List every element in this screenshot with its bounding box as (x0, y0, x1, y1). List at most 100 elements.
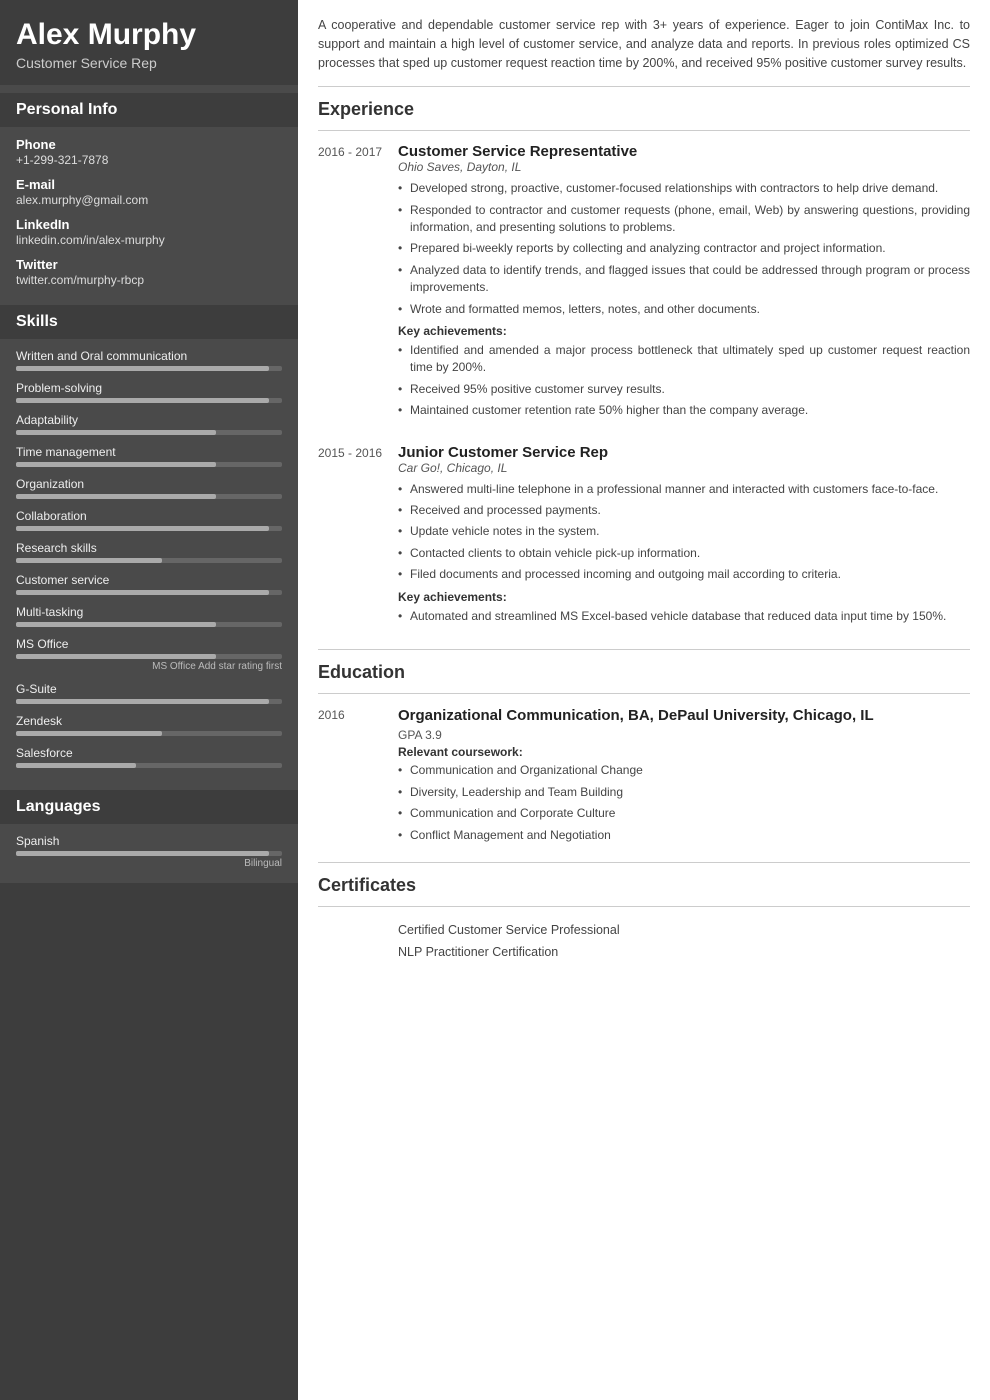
certs-heading: Certificates (318, 875, 970, 896)
twitter-label: Twitter (16, 257, 282, 272)
languages-section: Languages Spanish Bilingual (0, 782, 298, 883)
exp-bullet-item: Filed documents and processed incoming a… (398, 566, 970, 583)
skill-label: Written and Oral communication (16, 349, 282, 363)
certs-divider (318, 862, 970, 863)
personal-info-section: Personal Info Phone +1-299-321-7878 E-ma… (0, 85, 298, 297)
skill-bar (16, 654, 282, 659)
summary-divider (318, 86, 970, 87)
exp-bullet-item: Responded to contractor and customer req… (398, 202, 970, 237)
language-label: Spanish (16, 834, 282, 848)
skill-label: Zendesk (16, 714, 282, 728)
education-list: 2016Organizational Communication, BA, De… (318, 706, 970, 848)
skill-bar (16, 699, 282, 704)
skill-label: Research skills (16, 541, 282, 555)
course-item: Communication and Corporate Culture (398, 805, 970, 822)
linkedin-label: LinkedIn (16, 217, 282, 232)
edu-degree: Organizational Communication, BA, DePaul… (398, 706, 970, 726)
skill-bar-fill (16, 558, 162, 563)
skill-bar-fill (16, 622, 216, 627)
achievements-bullets: Automated and streamlined MS Excel-based… (398, 608, 970, 625)
skills-heading: Skills (0, 305, 298, 339)
exp-content: Customer Service RepresentativeOhio Save… (398, 143, 970, 423)
skill-label: Time management (16, 445, 282, 459)
exp-bullet-item: Received and processed payments. (398, 502, 970, 519)
course-item: Communication and Organizational Change (398, 762, 970, 779)
phone-value: +1-299-321-7878 (16, 153, 282, 167)
achievement-item: Identified and amended a major process b… (398, 342, 970, 377)
skill-bar (16, 622, 282, 627)
exp-bullet-item: Answered multi-line telephone in a profe… (398, 481, 970, 498)
exp-company: Car Go!, Chicago, IL (398, 461, 970, 475)
languages-heading: Languages (0, 790, 298, 824)
skill-bar-fill (16, 699, 269, 704)
experience-block: 2016 - 2017Customer Service Representati… (318, 143, 970, 423)
twitter-value: twitter.com/murphy-rbcp (16, 273, 282, 287)
skill-bar (16, 366, 282, 371)
skill-bar (16, 763, 282, 768)
skill-bar (16, 494, 282, 499)
edu-date: 2016 (318, 706, 398, 848)
skill-label: MS Office (16, 637, 282, 651)
skill-label: Customer service (16, 573, 282, 587)
skill-bar (16, 526, 282, 531)
language-bar-fill (16, 851, 269, 856)
skill-bar-fill (16, 494, 216, 499)
skill-label: Collaboration (16, 509, 282, 523)
candidate-title: Customer Service Rep (16, 55, 282, 71)
skill-label: Problem-solving (16, 381, 282, 395)
language-level: Bilingual (16, 858, 282, 869)
coursework-list: Communication and Organizational Change D… (398, 762, 970, 844)
phone-label: Phone (16, 137, 282, 152)
skill-bar (16, 590, 282, 595)
key-achievements-label: Key achievements: (398, 590, 970, 604)
exp-job-title: Customer Service Representative (398, 143, 970, 160)
skill-bar-fill (16, 763, 136, 768)
skill-bar-fill (16, 590, 269, 595)
email-label: E-mail (16, 177, 282, 192)
skill-label: Adaptability (16, 413, 282, 427)
exp-bullet-item: Wrote and formatted memos, letters, note… (398, 301, 970, 318)
exp-bullet-item: Developed strong, proactive, customer-fo… (398, 180, 970, 197)
achievements-bullets: Identified and amended a major process b… (398, 342, 970, 420)
exp-date: 2016 - 2017 (318, 143, 398, 423)
education-divider (318, 649, 970, 650)
edu-gpa: GPA 3.9 (398, 728, 970, 742)
exp-bullet-item: Analyzed data to identify trends, and fl… (398, 262, 970, 297)
exp-date: 2015 - 2016 (318, 444, 398, 629)
education-block: 2016Organizational Communication, BA, De… (318, 706, 970, 848)
summary-text: A cooperative and dependable customer se… (318, 16, 970, 72)
skill-bar-fill (16, 430, 216, 435)
skill-bar-fill (16, 731, 162, 736)
key-achievements-label: Key achievements: (398, 324, 970, 338)
experience-divider (318, 130, 970, 131)
skill-label: Salesforce (16, 746, 282, 760)
education-heading: Education (318, 662, 970, 683)
exp-bullets: Developed strong, proactive, customer-fo… (398, 180, 970, 318)
skills-section: Skills Written and Oral communication Pro… (0, 297, 298, 782)
experience-block: 2015 - 2016Junior Customer Service RepCa… (318, 444, 970, 629)
sidebar-header: Alex Murphy Customer Service Rep (0, 0, 298, 85)
languages-list: Spanish Bilingual (16, 834, 282, 869)
exp-bullet-item: Contacted clients to obtain vehicle pick… (398, 545, 970, 562)
skill-bar (16, 462, 282, 467)
skills-list: Written and Oral communication Problem-so… (16, 349, 282, 768)
linkedin-value: linkedin.com/in/alex-murphy (16, 233, 282, 247)
achievement-item: Automated and streamlined MS Excel-based… (398, 608, 970, 625)
course-item: Diversity, Leadership and Team Building (398, 784, 970, 801)
cert-item: Certified Customer Service Professional (318, 919, 970, 941)
skill-note: MS Office Add star rating first (16, 661, 282, 672)
experience-heading: Experience (318, 99, 970, 120)
email-value: alex.murphy@gmail.com (16, 193, 282, 207)
skill-label: Organization (16, 477, 282, 491)
education-sub-divider (318, 693, 970, 694)
exp-bullets: Answered multi-line telephone in a profe… (398, 481, 970, 584)
candidate-name: Alex Murphy (16, 18, 282, 51)
skill-bar-fill (16, 398, 269, 403)
skill-bar (16, 398, 282, 403)
exp-bullet-item: Update vehicle notes in the system. (398, 523, 970, 540)
exp-job-title: Junior Customer Service Rep (398, 444, 970, 461)
coursework-label: Relevant coursework: (398, 745, 970, 759)
certs-sub-divider (318, 906, 970, 907)
skill-label: Multi-tasking (16, 605, 282, 619)
exp-content: Junior Customer Service RepCar Go!, Chic… (398, 444, 970, 629)
